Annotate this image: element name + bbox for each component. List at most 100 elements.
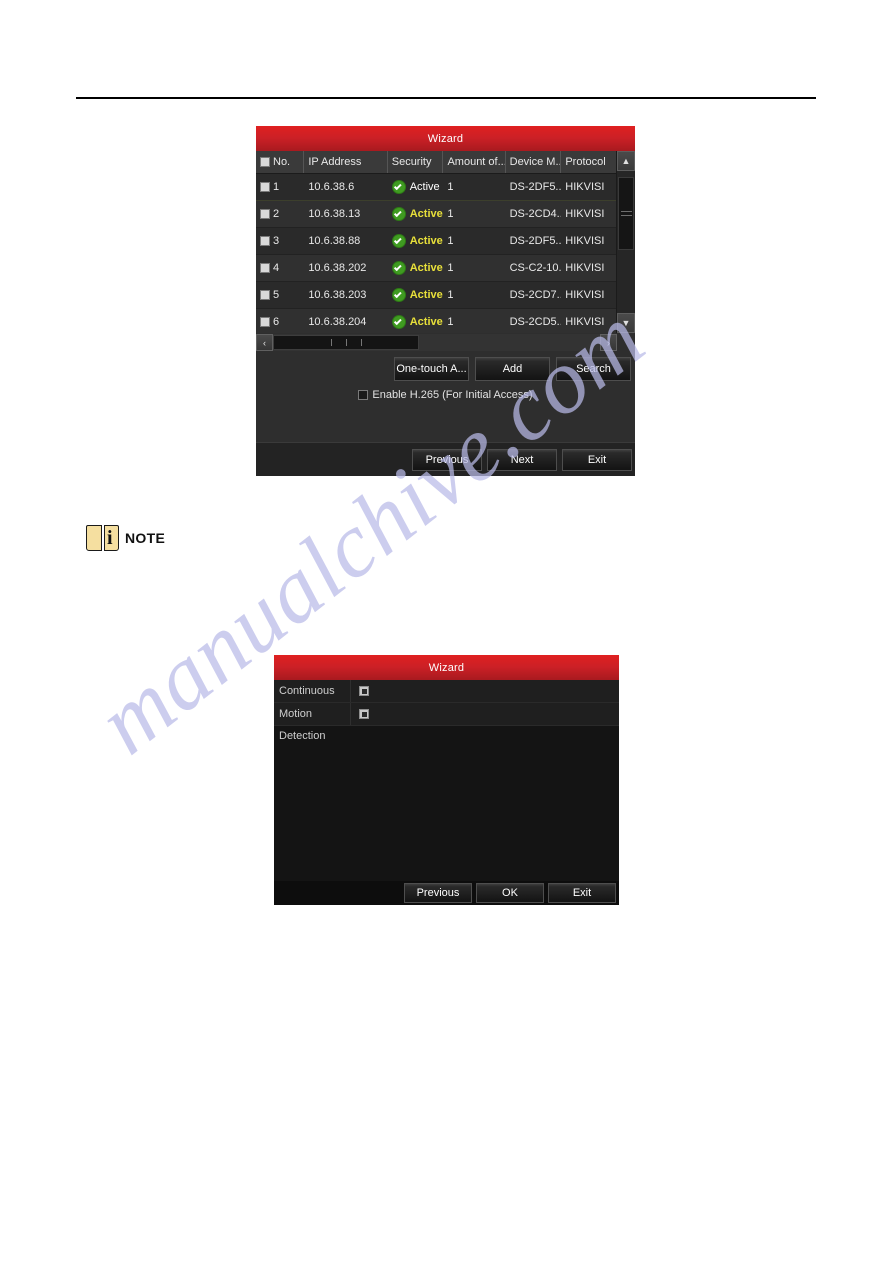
scroll-right-icon[interactable]: › <box>600 334 617 351</box>
option-row-motion-detection[interactable]: Motion Detection <box>274 703 619 742</box>
row-checkbox[interactable] <box>260 209 270 219</box>
table-row[interactable]: 5 10.6.38.203 Active 1 DS-2CD7... HIKVIS… <box>256 282 617 309</box>
wizard-dialog-camera: Wizard No. IP Address Security Amount of… <box>256 126 635 476</box>
row-no: 3 <box>256 228 304 254</box>
row-ip-address: 10.6.38.6 <box>308 181 355 193</box>
camera-action-buttons: One-touch A... Add Search <box>256 357 635 381</box>
active-check-icon <box>391 180 406 194</box>
row-ip-address: 10.6.38.88 <box>308 235 361 247</box>
row-device-model: DS-2DF5... <box>509 235 562 247</box>
dialog-title-text: Wizard <box>427 132 464 145</box>
note-label: NOTE <box>125 530 166 546</box>
select-all-checkbox[interactable] <box>260 157 270 167</box>
previous-button[interactable]: Previous <box>404 883 472 903</box>
row-no: 2 <box>256 201 304 227</box>
row-checkbox[interactable] <box>260 182 270 192</box>
table-header-no: No. <box>256 151 305 173</box>
option-label-continuous: Continuous <box>274 680 351 702</box>
row-device-model: DS-2CD4... <box>509 208 562 220</box>
next-button[interactable]: Next <box>487 448 557 471</box>
active-check-icon <box>391 261 406 275</box>
previous-button[interactable]: Previous <box>412 448 482 471</box>
table-row[interactable]: 4 10.6.38.202 Active 1 CS-C2-10... HIKVI… <box>256 255 617 282</box>
row-checkbox[interactable] <box>260 290 270 300</box>
row-protocol: HIKVISI <box>565 235 605 247</box>
row-checkbox[interactable] <box>260 263 270 273</box>
option-row-continuous[interactable]: Continuous <box>274 680 619 703</box>
exit-button[interactable]: Exit <box>548 883 616 903</box>
row-ip-address: 10.6.38.13 <box>308 208 361 220</box>
book-info-icon: i <box>86 523 122 553</box>
active-check-icon <box>391 207 406 221</box>
row-amount: 1 <box>447 316 454 328</box>
table-header-device-model[interactable]: Device M... <box>506 151 562 173</box>
note-block: i NOTE <box>86 523 165 553</box>
row-security-label: Active <box>409 316 443 328</box>
row-device-model: DS-2CD5... <box>509 316 562 328</box>
row-security-label: Active <box>409 289 443 301</box>
table-horizontal-scrollbar[interactable]: ‹ › <box>256 334 617 351</box>
search-button[interactable]: Search <box>556 357 631 381</box>
table-header-ip-address[interactable]: IP Address <box>304 151 388 173</box>
table-header-protocol[interactable]: Protocol <box>561 151 617 173</box>
enable-h265-row[interactable]: Enable H.265 (For Initial Access) <box>256 389 635 401</box>
row-security-label: Active <box>409 181 440 193</box>
vertical-scroll-thumb[interactable] <box>618 177 634 250</box>
row-amount: 1 <box>447 289 454 301</box>
row-device-model: CS-C2-10... <box>509 262 562 274</box>
table-row[interactable]: 1 10.6.38.6 Active 1 DS-2DF5... HIKVISI <box>256 174 617 201</box>
camera-table-area: No. IP Address Security Amount of... Dev… <box>256 151 635 333</box>
row-security: Active <box>388 255 444 281</box>
row-index: 6 <box>273 316 280 328</box>
dialog-footer: Previous Next Exit <box>256 442 635 476</box>
table-vertical-scrollbar[interactable]: ▲ ▼ <box>616 151 635 333</box>
dialog-title-bar: Wizard <box>274 655 619 680</box>
option-control-motion-detection[interactable] <box>351 703 619 725</box>
exit-button[interactable]: Exit <box>562 448 632 471</box>
row-no: 5 <box>256 282 304 308</box>
row-amount: 1 <box>447 262 454 274</box>
row-checkbox[interactable] <box>260 317 270 327</box>
row-security: Active <box>388 228 444 254</box>
enable-h265-checkbox[interactable] <box>358 390 369 400</box>
option-label-motion-detection: Motion Detection <box>274 703 351 742</box>
scroll-left-icon[interactable]: ‹ <box>256 334 273 351</box>
row-ip-address: 10.6.38.203 <box>308 289 367 301</box>
horizontal-scroll-track[interactable] <box>273 334 600 351</box>
table-row[interactable]: 2 10.6.38.13 Active 1 DS-2CD4... HIKVISI <box>256 201 617 228</box>
active-check-icon <box>391 288 406 302</box>
table-row[interactable]: 3 10.6.38.88 Active 1 DS-2DF5... HIKVISI <box>256 228 617 255</box>
table-header-amount[interactable]: Amount of... <box>443 151 506 173</box>
table-row[interactable]: 6 10.6.38.204 Active 1 DS-2CD5... HIKVIS… <box>256 309 617 333</box>
row-index: 5 <box>273 289 280 301</box>
row-device-model: DS-2DF5... <box>509 181 562 193</box>
dialog-footer: Previous OK Exit <box>274 881 619 905</box>
dialog-body: Continuous Motion Detection Previous OK … <box>274 680 619 905</box>
row-protocol: HIKVISI <box>565 208 605 220</box>
horizontal-scroll-thumb[interactable] <box>273 335 419 350</box>
enable-h265-label: Enable H.265 (For Initial Access) <box>372 389 533 401</box>
row-security: Active <box>388 201 444 227</box>
row-security-label: Active <box>409 208 443 220</box>
row-checkbox[interactable] <box>260 236 270 246</box>
row-index: 4 <box>273 262 280 274</box>
row-no: 1 <box>256 174 304 200</box>
wizard-dialog-record: Wizard Continuous Motion Detection Previ… <box>274 655 619 905</box>
row-index: 3 <box>273 235 280 247</box>
continuous-checkbox[interactable] <box>359 686 369 696</box>
row-ip-address: 10.6.38.202 <box>308 262 367 274</box>
vertical-scroll-track[interactable] <box>617 171 635 313</box>
scroll-down-icon[interactable]: ▼ <box>617 313 635 333</box>
table-header-row: No. IP Address Security Amount of... Dev… <box>256 151 617 174</box>
row-ip-address: 10.6.38.204 <box>308 316 367 328</box>
one-touch-activate-button[interactable]: One-touch A... <box>394 357 469 381</box>
add-button[interactable]: Add <box>475 357 550 381</box>
row-protocol: HIKVISI <box>565 289 605 301</box>
table-header-security[interactable]: Security <box>388 151 444 173</box>
ok-button[interactable]: OK <box>476 883 544 903</box>
option-control-continuous[interactable] <box>351 680 619 702</box>
page-header-rule <box>76 97 816 99</box>
scroll-up-icon[interactable]: ▲ <box>617 151 635 171</box>
motion-detection-checkbox[interactable] <box>359 709 369 719</box>
table-header-no-label: No. <box>273 156 291 168</box>
